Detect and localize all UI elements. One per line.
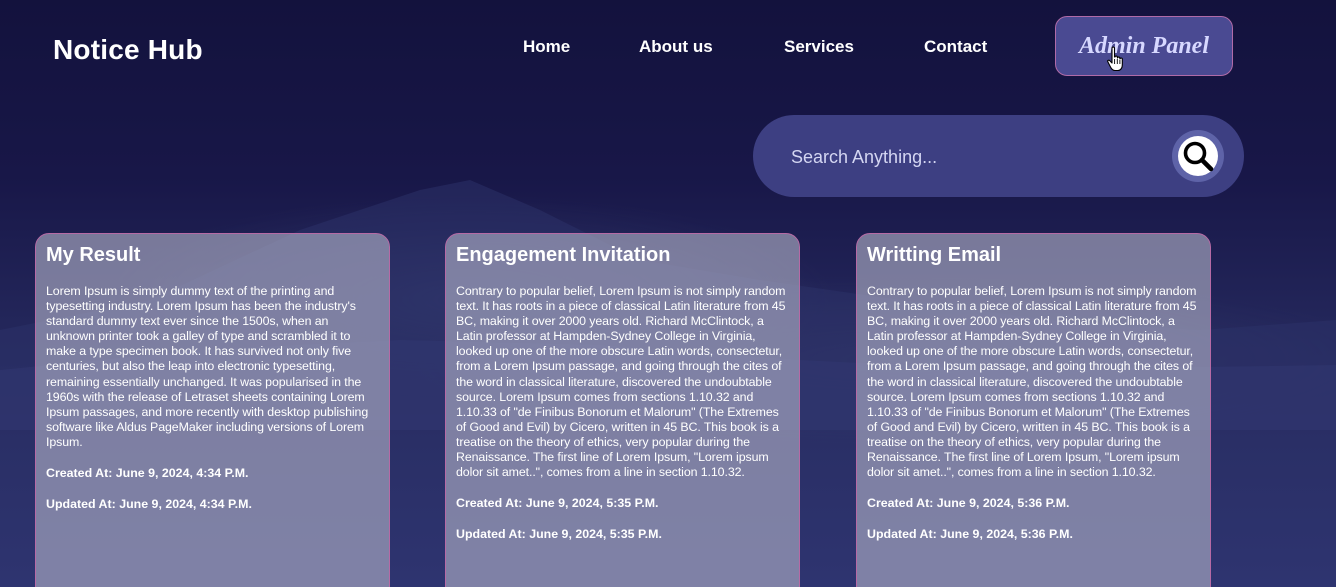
- search-button[interactable]: [1172, 130, 1224, 182]
- notice-card-title: My Result: [46, 244, 141, 266]
- notice-updated-at: Updated At: June 9, 2024, 4:34 P.M.: [46, 497, 252, 512]
- brand-title: Notice Hub: [53, 34, 203, 65]
- notice-card[interactable]: Writting Email Contrary to popular belie…: [856, 233, 1211, 587]
- nav-item-about-us[interactable]: About us: [639, 37, 713, 57]
- search-bar: [753, 115, 1244, 197]
- notice-created-at: Created At: June 9, 2024, 5:36 P.M.: [867, 496, 1070, 511]
- notice-card[interactable]: My Result Lorem Ipsum is simply dummy te…: [35, 233, 390, 587]
- admin-panel-button[interactable]: Admin Panel: [1055, 16, 1233, 76]
- search-icon: [1183, 141, 1214, 172]
- search-button-inner: [1178, 136, 1218, 176]
- notice-card-body: Contrary to popular belief, Lorem Ipsum …: [867, 284, 1197, 480]
- notice-card-body: Contrary to popular belief, Lorem Ipsum …: [456, 284, 786, 480]
- hand-cursor-icon: [1107, 46, 1123, 72]
- notice-card-title: Writting Email: [867, 244, 1002, 266]
- nav-item-home[interactable]: Home: [523, 37, 570, 57]
- notice-updated-at: Updated At: June 9, 2024, 5:35 P.M.: [456, 527, 662, 542]
- nav-item-contact[interactable]: Contact: [924, 37, 987, 57]
- notice-created-at: Created At: June 9, 2024, 4:34 P.M.: [46, 466, 249, 481]
- notice-card-body: Lorem Ipsum is simply dummy text of the …: [46, 284, 369, 449]
- admin-panel-label: Admin Panel: [1078, 32, 1210, 59]
- nav-item-services[interactable]: Services: [784, 37, 854, 57]
- notice-updated-at: Updated At: June 9, 2024, 5:36 P.M.: [867, 527, 1073, 542]
- notice-card[interactable]: Engagement Invitation Contrary to popula…: [445, 233, 800, 587]
- search-input[interactable]: [789, 137, 1173, 177]
- notice-card-title: Engagement Invitation: [456, 244, 671, 266]
- notice-created-at: Created At: June 9, 2024, 5:35 P.M.: [456, 496, 659, 511]
